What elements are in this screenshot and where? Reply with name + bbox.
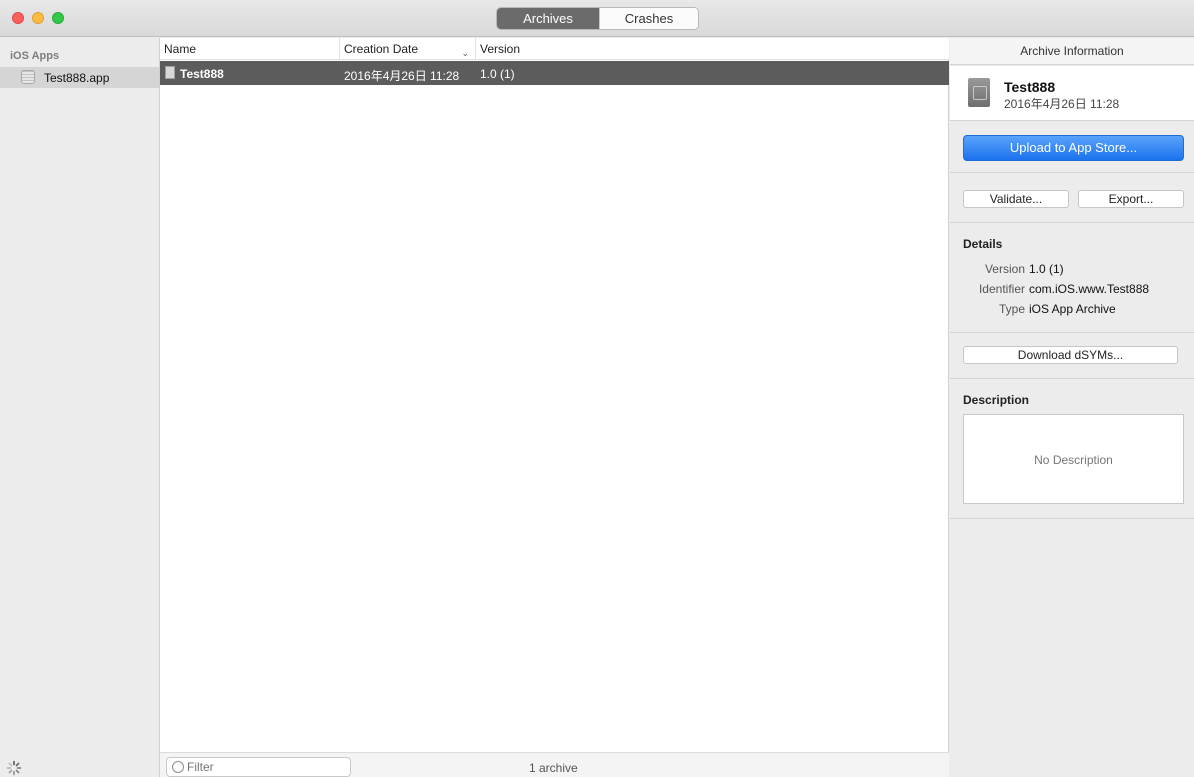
detail-label-identifier: Identifier	[978, 282, 1025, 296]
row-version: 1.0 (1)	[480, 67, 515, 81]
export-button[interactable]: Export...	[1078, 190, 1184, 208]
archive-name: Test888	[1004, 79, 1056, 95]
tab-archives[interactable]: Archives	[497, 8, 599, 29]
column-header-label: Creation Date	[344, 42, 419, 56]
validate-button[interactable]: Validate...	[963, 190, 1069, 208]
archive-count: 1 archive	[529, 761, 578, 775]
divider	[950, 172, 1194, 173]
filter-field[interactable]	[166, 757, 351, 777]
title-bar: Archives Crashes	[0, 0, 1194, 37]
sidebar: iOS Apps Test888.app	[0, 38, 160, 777]
filter-icon	[172, 761, 184, 773]
sidebar-heading: iOS Apps	[10, 50, 60, 62]
loading-spinner-icon	[6, 760, 22, 776]
description-field[interactable]: No Description	[963, 414, 1184, 504]
archive-list: Name Creation Date ⌄ Version Test888 201…	[160, 38, 949, 777]
detail-value-version: 1.0 (1)	[1029, 262, 1064, 276]
detail-value-type: iOS App Archive	[1029, 302, 1116, 316]
download-dsyms-button[interactable]: Download dSYMs...	[963, 346, 1178, 364]
detail-value-identifier: com.iOS.www.Test888	[1029, 282, 1150, 296]
archive-date: 2016年4月26日 11:28	[1004, 97, 1120, 111]
archive-inspector: Archive Information Test888 2016年4月26日 1…	[950, 38, 1194, 777]
filter-input[interactable]	[187, 759, 347, 775]
app-icon	[21, 70, 35, 84]
detail-label-type: Type	[998, 302, 1025, 316]
description-title: Description	[963, 393, 1030, 407]
sidebar-item-label: Test888.app	[44, 71, 110, 85]
zoom-window-button[interactable]	[52, 12, 64, 24]
row-name: Test888	[180, 67, 224, 81]
column-header-name[interactable]: Name	[160, 38, 340, 60]
tab-crashes[interactable]: Crashes	[599, 8, 698, 29]
archive-document-icon	[165, 66, 175, 79]
column-header-bar: Name Creation Date ⌄ Version	[160, 38, 949, 60]
column-header-version[interactable]: Version	[476, 38, 949, 60]
table-row[interactable]: Test888 2016年4月26日 11:28 1.0 (1)	[160, 61, 949, 85]
archive-summary: Test888 2016年4月26日 11:28	[950, 66, 1194, 121]
detail-label-version: Version	[984, 262, 1025, 276]
divider	[950, 378, 1194, 379]
row-creation-date: 2016年4月26日 11:28	[344, 69, 460, 83]
minimize-window-button[interactable]	[32, 12, 44, 24]
upload-to-app-store-button[interactable]: Upload to App Store...	[963, 135, 1184, 161]
sidebar-item-test888-app[interactable]: Test888.app	[0, 67, 159, 88]
inspector-title: Archive Information	[950, 38, 1194, 65]
list-footer: 1 archive	[160, 752, 949, 777]
divider	[950, 222, 1194, 223]
description-placeholder: No Description	[1034, 453, 1113, 467]
column-header-creation-date[interactable]: Creation Date ⌄	[340, 38, 476, 60]
close-window-button[interactable]	[12, 12, 24, 24]
divider	[950, 332, 1194, 333]
view-segmented-control: Archives Crashes	[496, 7, 699, 30]
details-title: Details	[963, 237, 1003, 251]
divider	[950, 518, 1194, 519]
archive-icon	[968, 78, 990, 107]
